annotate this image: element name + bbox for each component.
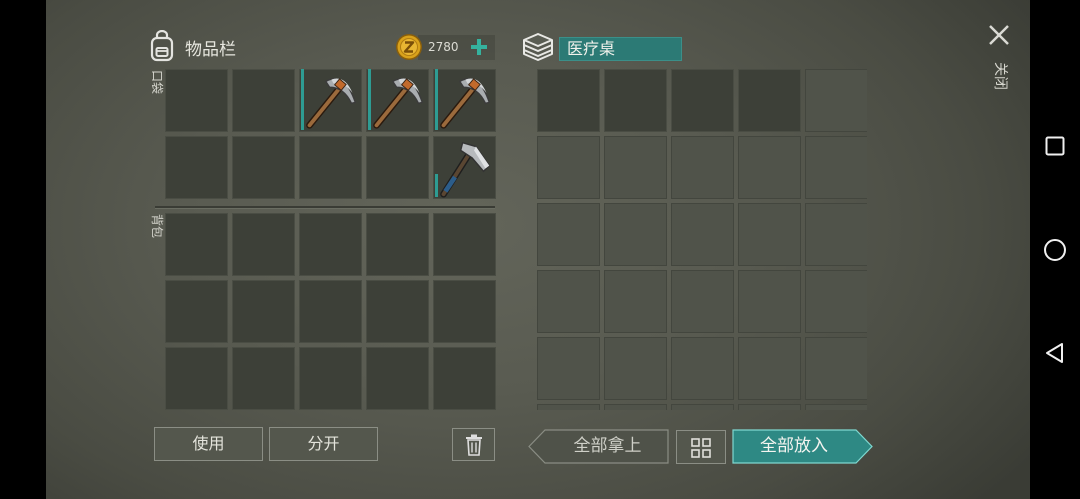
- plus-icon[interactable]: [469, 37, 489, 57]
- pocket-slot[interactable]: [165, 69, 228, 132]
- storage-slot[interactable]: [805, 203, 867, 266]
- storage-slot[interactable]: [537, 136, 600, 199]
- backpack-slot[interactable]: [299, 213, 362, 276]
- storage-title: 医疗桌: [567, 39, 616, 58]
- storage-slot[interactable]: [805, 69, 867, 132]
- pocket-slot[interactable]: [433, 69, 496, 132]
- delete-button[interactable]: [452, 428, 495, 461]
- pickaxe-icon[interactable]: [367, 70, 428, 131]
- storage-slot[interactable]: [537, 69, 600, 132]
- durability-bar: [435, 174, 438, 197]
- pocket-slot[interactable]: [366, 69, 429, 132]
- storage-slot[interactable]: [671, 404, 734, 410]
- backpack-slot[interactable]: [232, 347, 295, 410]
- backpack-slot[interactable]: [299, 347, 362, 410]
- storage-slot[interactable]: [604, 69, 667, 132]
- back-triangle-icon[interactable]: [1045, 342, 1065, 364]
- coin-amount: 2780: [428, 40, 459, 54]
- hatchet-icon[interactable]: [434, 137, 495, 198]
- system-nav-bar: [1030, 0, 1080, 499]
- backpack-slot[interactable]: [165, 213, 228, 276]
- storage-slot[interactable]: [738, 203, 801, 266]
- game-screen: 物品栏 2780 口袋 背包 使用 分开 医疗桌 关闭 全部拿上 全部放入: [0, 0, 1080, 499]
- square-icon[interactable]: [1045, 136, 1065, 156]
- backpack-slot[interactable]: [433, 280, 496, 343]
- storage-grid: [537, 69, 867, 410]
- storage-slot[interactable]: [671, 337, 734, 400]
- pickaxe-icon[interactable]: [300, 70, 361, 131]
- circle-icon[interactable]: [1043, 238, 1067, 262]
- storage-title-box: 医疗桌: [559, 37, 682, 61]
- pocket-slot[interactable]: [299, 69, 362, 132]
- backpack-slot[interactable]: [366, 213, 429, 276]
- storage-slot[interactable]: [604, 337, 667, 400]
- storage-slot[interactable]: [671, 203, 734, 266]
- backpack-slot[interactable]: [433, 347, 496, 410]
- layers-icon: [523, 33, 553, 61]
- pocket-slot[interactable]: [232, 69, 295, 132]
- storage-slot[interactable]: [604, 136, 667, 199]
- durability-bar: [368, 69, 371, 130]
- trash-icon: [466, 434, 482, 456]
- coin-icon: [396, 34, 422, 60]
- storage-slot[interactable]: [738, 270, 801, 333]
- take-all-button[interactable]: 全部拿上: [528, 429, 669, 464]
- pocket-slot[interactable]: [433, 136, 496, 199]
- backpack-slot[interactable]: [433, 213, 496, 276]
- backpack-slot[interactable]: [165, 280, 228, 343]
- storage-slot[interactable]: [671, 69, 734, 132]
- close-label[interactable]: 关闭: [992, 62, 1008, 90]
- grid-icon: [691, 438, 711, 458]
- pickaxe-icon[interactable]: [434, 70, 495, 131]
- backpack-slot[interactable]: [299, 280, 362, 343]
- storage-slot[interactable]: [604, 270, 667, 333]
- put-all-button[interactable]: 全部放入: [732, 429, 873, 464]
- backpack-grid: [165, 213, 496, 410]
- durability-bar: [301, 69, 304, 130]
- put-all-label: 全部放入: [760, 436, 828, 456]
- storage-slot[interactable]: [537, 337, 600, 400]
- sort-button[interactable]: [676, 430, 726, 464]
- backpack-label: 背包: [150, 214, 164, 239]
- split-button[interactable]: 分开: [269, 427, 378, 461]
- backpack-slot[interactable]: [232, 213, 295, 276]
- storage-slot[interactable]: [738, 69, 801, 132]
- inventory-title: 物品栏: [185, 40, 236, 60]
- storage-slot[interactable]: [537, 270, 600, 333]
- storage-slot[interactable]: [671, 136, 734, 199]
- durability-bar: [435, 69, 438, 130]
- backpack-slot[interactable]: [165, 347, 228, 410]
- pocket-label: 口袋: [150, 70, 164, 95]
- backpack-icon: [150, 30, 174, 62]
- storage-slot[interactable]: [537, 203, 600, 266]
- backpack-slot[interactable]: [232, 280, 295, 343]
- storage-slot[interactable]: [738, 404, 801, 410]
- storage-slot[interactable]: [604, 203, 667, 266]
- storage-slot[interactable]: [805, 136, 867, 199]
- storage-slot[interactable]: [671, 270, 734, 333]
- take-all-label: 全部拿上: [573, 436, 642, 456]
- pocket-slot[interactable]: [299, 136, 362, 199]
- storage-slot[interactable]: [805, 270, 867, 333]
- pocket-slot[interactable]: [366, 136, 429, 199]
- backpack-slot[interactable]: [366, 280, 429, 343]
- section-divider: [155, 206, 495, 209]
- backpack-slot[interactable]: [366, 347, 429, 410]
- storage-slot[interactable]: [805, 337, 867, 400]
- storage-slot[interactable]: [738, 337, 801, 400]
- close-icon[interactable]: [988, 24, 1010, 46]
- pocket-slot[interactable]: [232, 136, 295, 199]
- storage-slot[interactable]: [805, 404, 867, 410]
- storage-slot[interactable]: [604, 404, 667, 410]
- use-button[interactable]: 使用: [154, 427, 263, 461]
- storage-slot[interactable]: [537, 404, 600, 410]
- pocket-slot[interactable]: [165, 136, 228, 199]
- storage-slot[interactable]: [738, 136, 801, 199]
- pocket-grid: [165, 69, 496, 199]
